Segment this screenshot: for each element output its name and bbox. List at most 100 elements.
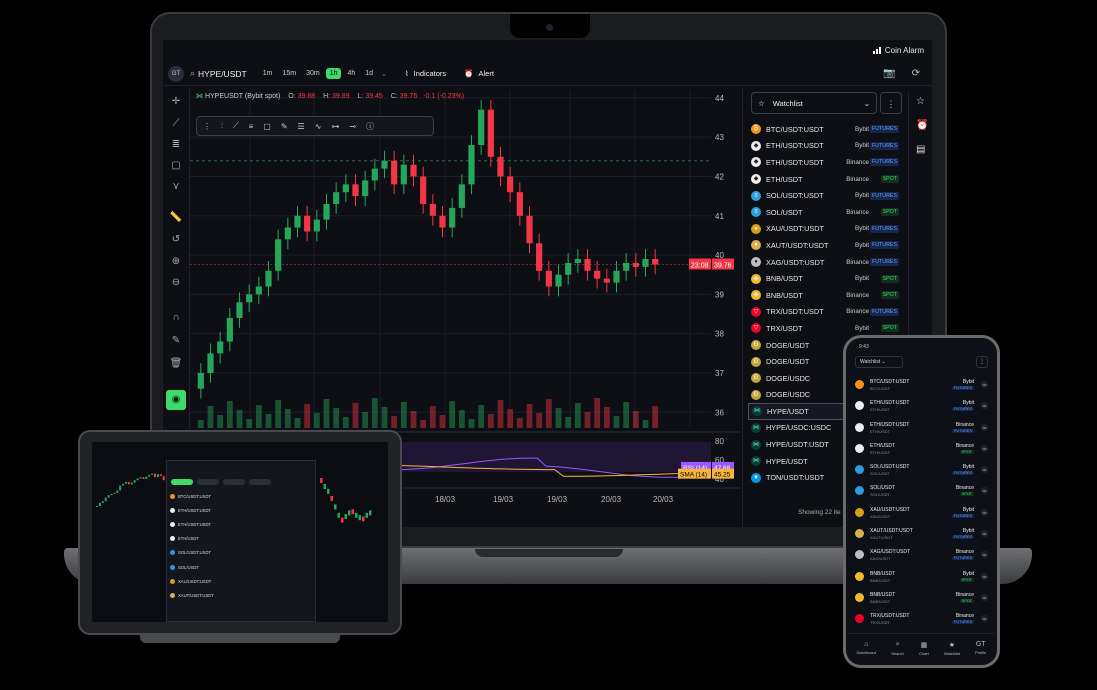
more-icon[interactable]: ••• (981, 572, 988, 580)
star-icon[interactable]: ☆ (916, 96, 925, 107)
measure-icon[interactable]: ⊸ (349, 122, 356, 131)
refresh-icon[interactable]: ⟳ (912, 68, 920, 79)
camera-snapshot-icon[interactable]: 📷 (883, 68, 895, 79)
trendline-icon[interactable]: ⟋ (168, 116, 184, 132)
watchlist-selector[interactable]: ☆ Watchlist ⌄ (751, 92, 877, 114)
phone-watchlist-row[interactable]: BNB/USDT BNB/USDT Binance SPOT ••• (853, 589, 990, 610)
tablet-watchlist-row[interactable]: ETH/USDT:USDT (167, 503, 315, 517)
more-icon[interactable]: ••• (981, 381, 988, 388)
watchlist-row[interactable]: ◈ BNB/USDT Binance SPOT (748, 287, 904, 304)
more-icon[interactable]: ••• (981, 423, 988, 431)
watchlist-row[interactable]: ● XAG/USDT:USDT Binance FUTURES (748, 254, 904, 271)
watchlist-row[interactable]: ◈ BNB/USDT Bybit SPOT (748, 270, 904, 287)
phone-watchlist-row[interactable]: XAUT/USDT:USDT XAUT/USDT Bybit FUTURES ••• (853, 525, 990, 546)
more-icon[interactable]: ••• (981, 530, 988, 538)
phone-watchlist-row[interactable]: SOL/USDT:USDT SOL/USDT Bybit FUTURES ••• (853, 461, 990, 482)
fib-icon[interactable]: ☰ (298, 122, 305, 131)
nav-profile[interactable]: GT Profile (975, 641, 986, 655)
interval-1d[interactable]: 1d (361, 68, 377, 79)
tablet-watchlist-row[interactable]: ETH/USDT:USDT (167, 517, 315, 531)
more-icon[interactable]: ••• (981, 487, 988, 495)
zoom-out-icon[interactable]: ⊖ (168, 275, 184, 291)
more-icon[interactable]: ••• (981, 551, 988, 559)
tablet-watchlist-row[interactable]: BTC/USDT:USDT (167, 489, 315, 503)
more-icon[interactable]: ••• (981, 466, 988, 474)
phone-watchlist-row[interactable]: XAG/USDT:USDT XAG/USDT Binance FUTURES ••• (853, 546, 990, 567)
line-icon[interactable]: ⟋ (233, 121, 239, 131)
interval-15m[interactable]: 15m (278, 68, 300, 79)
more-options-button[interactable]: ⋮ (880, 92, 902, 114)
watchlist-row[interactable]: ◆ ETH/USDT:USDT Bybit FUTURES (748, 138, 904, 155)
avatar[interactable]: GT (168, 65, 184, 82)
undo-icon[interactable]: ↺ (168, 232, 184, 248)
visibility-icon[interactable]: ◉ (166, 390, 186, 410)
patterns-icon[interactable]: ⋎ (168, 179, 184, 195)
ruler-icon[interactable]: 📏 (168, 210, 184, 226)
watchlist-row[interactable]: ● XAU/USDT:USDT Bybit FUTURES (748, 221, 904, 238)
nav-chart[interactable]: ▦ Chart (919, 641, 929, 656)
grip-icon[interactable]: ⋮ (203, 122, 211, 131)
phone-watchlist-row[interactable]: BNB/USDT BNB/USDT Bybit SPOT ••• (853, 568, 990, 589)
candles-icon[interactable]: ⫶ (221, 121, 223, 131)
indicators-button[interactable]: ⌇ Indicators (405, 69, 446, 78)
phone-watchlist-row[interactable]: ETH/USDT ETH/USDT Binance SPOT ••• (853, 440, 990, 461)
watchlist-row[interactable]: ≡ SOL/USDT:USDT Bybit FUTURES (748, 187, 904, 204)
pattern-icon[interactable]: ∿ (315, 122, 322, 131)
magnet-icon[interactable]: ∩ (168, 310, 184, 326)
symbol-selector[interactable]: HYPE/USDT (198, 69, 247, 79)
tablet-watchlist-row[interactable]: XAUT/USDT:USDT (167, 588, 315, 602)
watchlist-row[interactable]: ≡ SOL/USDT Binance SPOT (748, 204, 904, 221)
phone-watchlist-row[interactable]: BTC/USDT:USDT BTC/USDT Bybit FUTURES ••• (853, 376, 990, 397)
watchlist-row[interactable]: ◆ ETH/USDT Binance SPOT (748, 171, 904, 188)
phone-watchlist-row[interactable]: SOL/USDT SOL/USDT Binance SPOT ••• (853, 482, 990, 503)
watchlist-row[interactable]: ₿ BTC/USDT:USDT Bybit FUTURES (748, 121, 904, 138)
tablet-watchlist-row[interactable]: XAU/USDT:USDT (167, 574, 315, 588)
nav-dashboard[interactable]: ⌂ Dashboard (857, 641, 877, 655)
more-icon[interactable]: ••• (981, 444, 988, 452)
nav-watchlist[interactable]: ★ Watchlist (944, 641, 960, 656)
interval-1h[interactable]: 1h (325, 68, 342, 79)
fib-retracement-icon[interactable]: ≣ (168, 137, 184, 153)
pair-name: HYPE/USDT (766, 456, 808, 466)
phone-watchlist-selector[interactable]: Watchlist ⌄ (855, 356, 903, 368)
chevron-down-icon[interactable]: ⌄ (381, 70, 387, 78)
interval-4h[interactable]: 4h (343, 68, 359, 79)
more-icon[interactable]: ••• (981, 615, 988, 623)
phone-more-button[interactable]: ⋮ (976, 356, 988, 368)
more-icon[interactable]: ••• (981, 508, 988, 516)
settings-icon[interactable]: ⓘ (366, 121, 374, 132)
candle-body (391, 160, 398, 185)
interval-30m[interactable]: 30m (302, 68, 324, 79)
search-icon[interactable]: ⌕ (190, 68, 195, 79)
path-icon[interactable]: ⊶ (331, 122, 339, 131)
hlines-icon[interactable]: ≡ (249, 122, 254, 131)
pencil-lock-icon[interactable]: ✎ (168, 333, 184, 349)
tablet-watchlist-row[interactable]: SOL/USDT (167, 560, 315, 574)
pair-name: ETH/USDT (178, 536, 199, 542)
phone-watchlist-row[interactable]: ETH/USDT:USDT ETH/USDT Bybit FUTURES ••• (853, 397, 990, 418)
rectangle-icon[interactable]: ▢ (168, 158, 184, 174)
tablet-watchlist-row[interactable]: ETH/USDT (167, 532, 315, 546)
interval-1m[interactable]: 1m (259, 68, 277, 79)
phone-watchlist-row[interactable]: TRX/USDT:USDT TRX/USDT Binance FUTURES ••• (853, 610, 990, 631)
alert-button[interactable]: ⏰ Alert (464, 69, 494, 78)
trash-icon[interactable]: 🗑 (168, 356, 184, 372)
price-tag: 39.76 (714, 263, 732, 270)
watchlist-row[interactable]: ● XAUT/USDT:USDT Bybit FUTURES (748, 237, 904, 254)
volume-bar (555, 408, 562, 428)
phone-watchlist-row[interactable]: XAU/USDT:USDT XAU/USDT Bybit FUTURES ••• (853, 504, 990, 525)
more-icon[interactable]: ••• (981, 593, 988, 601)
notes-icon[interactable]: ▤ (916, 144, 925, 155)
zoom-in-icon[interactable]: ⊕ (168, 254, 184, 270)
candle-body (584, 259, 591, 271)
rect-icon[interactable]: ▢ (263, 122, 271, 131)
phone-watchlist-row[interactable]: ETH/USDT:USDT ETH/USDT Binance FUTURES ••• (853, 419, 990, 440)
more-icon[interactable]: ••• (981, 402, 988, 410)
watchlist-row[interactable]: ◆ ETH/USDT:USDT Binance FUTURES (748, 154, 904, 171)
alarm-icon[interactable]: ⏰ (916, 120, 928, 131)
nav-search[interactable]: ⌕ Search (891, 641, 904, 656)
watchlist-row[interactable]: ▽ TRX/USDT:USDT Binance FUTURES (748, 304, 904, 321)
tablet-watchlist-row[interactable]: SOL/USDT:USDT (167, 546, 315, 560)
brush-icon[interactable]: ✎ (281, 122, 288, 131)
crosshair-icon[interactable]: ✛ (168, 94, 184, 110)
